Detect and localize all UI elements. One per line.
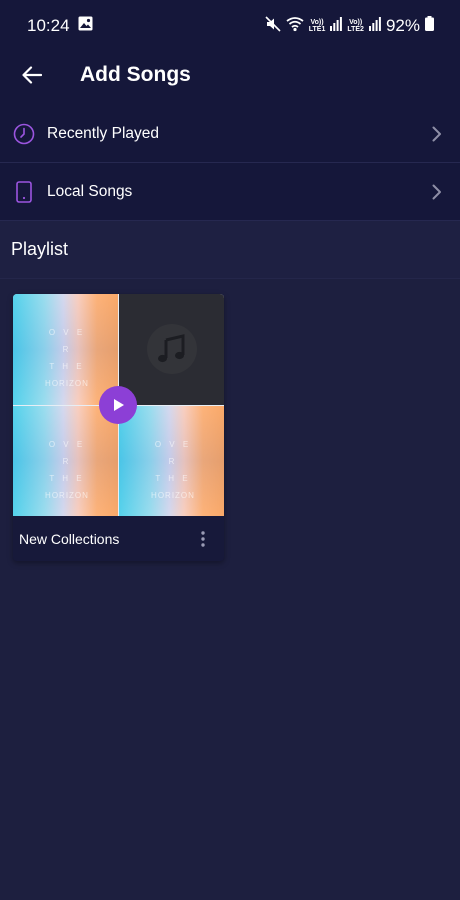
- cover-line: O V E R: [154, 439, 192, 466]
- cover-line: HORIZON: [45, 379, 89, 388]
- wifi-icon: [286, 16, 304, 37]
- play-icon: [114, 399, 124, 411]
- menu-item-local-songs[interactable]: Local Songs: [0, 163, 460, 221]
- cover-line: O V E R: [48, 439, 86, 466]
- more-options-button[interactable]: [196, 527, 210, 551]
- menu-item-label: Local Songs: [47, 182, 133, 200]
- status-bar: 10:24 Vo)) LTE1 Vo)) LTE2 92%: [0, 0, 460, 52]
- clock-icon: [12, 122, 36, 146]
- mute-icon: [265, 15, 281, 37]
- page-title: Add Songs: [80, 62, 191, 86]
- cover-tile-placeholder: [119, 294, 224, 405]
- cover-text: O V E R T H E HORIZON: [45, 436, 89, 504]
- lte2-indicator: Vo)) LTE2: [347, 19, 364, 33]
- menu-item-label: Recently Played: [47, 124, 160, 142]
- cover-line: T H E: [155, 473, 191, 483]
- signal-icon-2: [368, 16, 381, 36]
- lte2-top-label: Vo)): [349, 19, 363, 26]
- app-bar: Add Songs: [0, 52, 460, 97]
- signal-icon-1: [330, 16, 343, 36]
- cover-text: O V E R T H E HORIZON: [151, 436, 195, 504]
- play-button[interactable]: [99, 386, 137, 424]
- menu-item-recently-played[interactable]: Recently Played: [0, 105, 460, 163]
- status-right: Vo)) LTE1 Vo)) LTE2 92%: [265, 15, 434, 37]
- status-time: 10:24: [27, 16, 70, 35]
- cover-line: T H E: [49, 362, 85, 371]
- status-left: 10:24: [27, 16, 93, 36]
- playlist-cover: O V E R T H E HORIZON O V E R T H E HORI…: [13, 294, 224, 516]
- battery-percent: 92%: [385, 16, 420, 35]
- arrow-left-icon: [22, 65, 42, 84]
- lte1-bottom-label: LTE1: [308, 26, 326, 33]
- phone-icon: [12, 180, 36, 204]
- playlist-name: New Collections: [19, 530, 120, 547]
- cover-text: O V E R T H E HORIZON: [45, 324, 89, 392]
- source-menu: Recently Played Local Songs: [0, 105, 460, 221]
- music-note-icon: [146, 324, 197, 375]
- back-button[interactable]: [20, 63, 44, 87]
- cover-line: HORIZON: [45, 490, 89, 500]
- cover-tile: O V E R T H E HORIZON: [119, 405, 224, 516]
- top-area: 10:24 Vo)) LTE1 Vo)) LTE2 92% Add Songs …: [0, 0, 460, 221]
- cover-tile: O V E R T H E HORIZON: [13, 405, 118, 516]
- cover-line: O V E R: [48, 328, 86, 354]
- lte1-top-label: Vo)): [310, 19, 324, 26]
- cover-line: HORIZON: [151, 490, 195, 500]
- lte2-bottom-label: LTE2: [347, 26, 364, 33]
- playlist-section-header: Playlist: [0, 221, 460, 279]
- more-vert-icon: [201, 530, 205, 547]
- playlist-card-footer: New Collections: [13, 516, 224, 561]
- cover-tile: O V E R T H E HORIZON: [13, 294, 118, 405]
- chevron-right-icon: [430, 124, 444, 144]
- cover-line: T H E: [49, 473, 85, 483]
- playlist-card[interactable]: O V E R T H E HORIZON O V E R T H E HORI…: [13, 294, 224, 561]
- battery-icon: [425, 16, 434, 36]
- chevron-right-icon: [430, 182, 444, 202]
- gallery-notification-icon: [78, 16, 93, 36]
- lte1-indicator: Vo)) LTE1: [309, 19, 326, 33]
